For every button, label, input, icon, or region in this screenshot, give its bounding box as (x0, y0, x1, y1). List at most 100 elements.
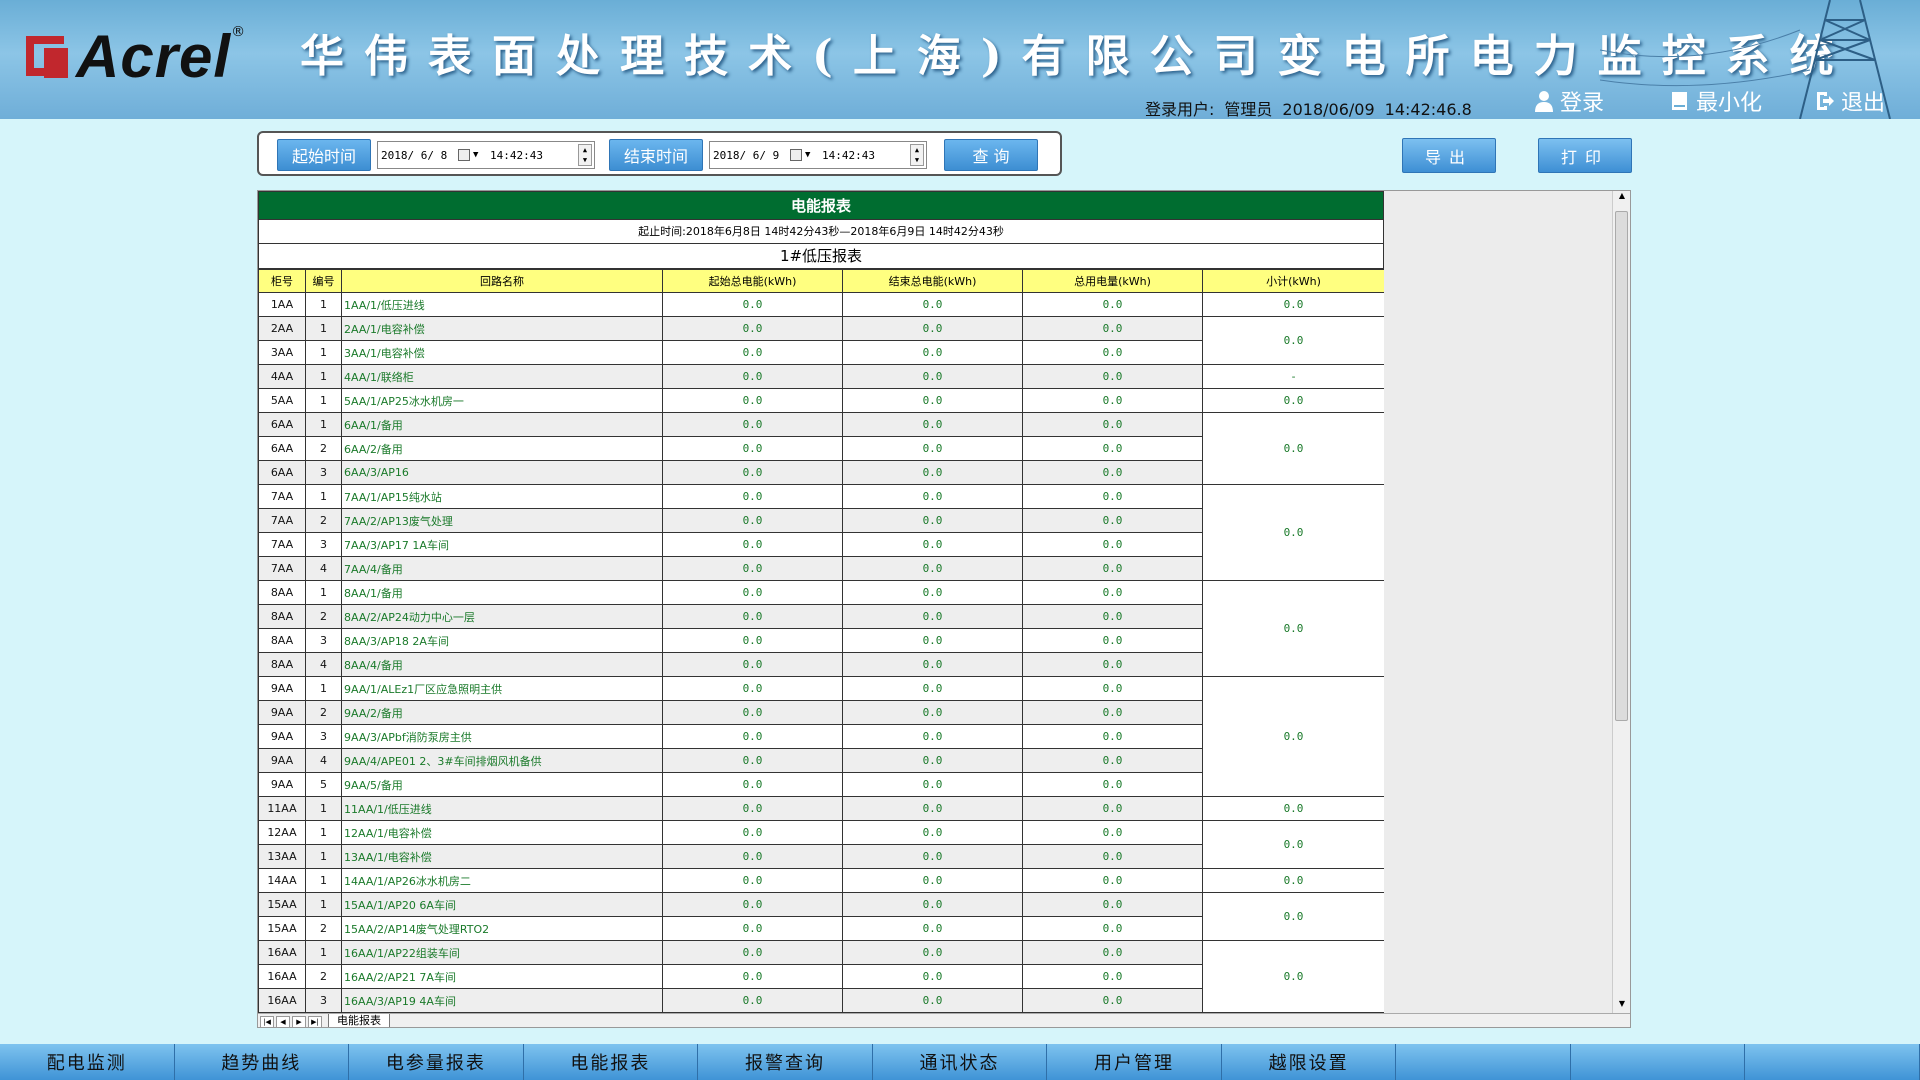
calendar-icon[interactable] (458, 149, 470, 161)
circuit-name-cell: 8AA/3/AP18 2A车间 (341, 628, 663, 653)
total-energy-cell: 0.0 (1022, 604, 1203, 629)
number-cell: 2 (305, 964, 342, 989)
chevron-down-icon[interactable]: ▼ (805, 150, 810, 160)
number-cell: 1 (305, 580, 342, 605)
cabinet-cell: 16AA (258, 940, 306, 965)
start-energy-cell: 0.0 (662, 940, 843, 965)
search-button[interactable]: 查 询 (944, 139, 1038, 171)
table-body: 1AA 1 1AA/1/低压进线 0.0 0.0 0.0 0.0 2AA 1 2AA/1/电容补偿… (258, 292, 1385, 1013)
total-energy-cell: 0.0 (1022, 580, 1203, 605)
start-energy-cell: 0.0 (662, 364, 843, 389)
start-time-field[interactable]: 14:42:43 (490, 149, 543, 162)
minimize-icon (1672, 92, 1687, 110)
export-button[interactable]: 导出 (1402, 138, 1496, 173)
nav-item[interactable] (1571, 1044, 1746, 1080)
calendar-icon[interactable] (790, 149, 802, 161)
last-sheet-icon[interactable]: ▶| (308, 1015, 322, 1027)
circuit-name-cell: 9AA/4/APE01 2、3#车间排烟风机备供 (341, 748, 663, 773)
exit-icon (1817, 92, 1834, 110)
nav-item[interactable]: 配电监测 (0, 1044, 175, 1080)
time-spinner[interactable]: ▲ ▼ (910, 144, 924, 166)
number-cell: 1 (305, 676, 342, 701)
nav-item[interactable] (1745, 1044, 1920, 1080)
scroll-down-icon[interactable]: ▼ (1613, 999, 1630, 1013)
cabinet-cell: 7AA (258, 556, 306, 581)
total-energy-cell: 0.0 (1022, 652, 1203, 677)
total-energy-cell: 0.0 (1022, 340, 1203, 365)
scroll-up-icon[interactable]: ▲ (1613, 191, 1630, 205)
number-cell: 3 (305, 460, 342, 485)
sheet-tab[interactable]: 电能报表 (328, 1014, 390, 1027)
circuit-name-cell: 7AA/1/AP15纯水站 (341, 484, 663, 509)
start-energy-cell: 0.0 (662, 580, 843, 605)
total-energy-cell: 0.0 (1022, 628, 1203, 653)
number-cell: 2 (305, 508, 342, 533)
report-title: 电能报表 (258, 191, 1384, 220)
print-button[interactable]: 打印 (1538, 138, 1632, 173)
subtotal-cell: 0.0 (1202, 412, 1385, 485)
nav-item[interactable]: 报警查询 (698, 1044, 873, 1080)
circuit-name-cell: 16AA/1/AP22组装车间 (341, 940, 663, 965)
report-time-range: 起止时间:2018年6月8日 14时42分43秒—2018年6月9日 14时42… (258, 220, 1384, 244)
end-energy-cell: 0.0 (842, 916, 1023, 941)
prev-sheet-icon[interactable]: ◀ (276, 1015, 290, 1027)
circuit-name-cell: 8AA/2/AP24动力中心一层 (341, 604, 663, 629)
end-energy-cell: 0.0 (842, 940, 1023, 965)
end-time-field[interactable]: 14:42:43 (822, 149, 875, 162)
total-energy-cell: 0.0 (1022, 700, 1203, 725)
time-spinner[interactable]: ▲ ▼ (578, 144, 592, 166)
circuit-name-cell: 9AA/5/备用 (341, 772, 663, 797)
total-energy-cell: 0.0 (1022, 484, 1203, 509)
next-sheet-icon[interactable]: ▶ (292, 1015, 306, 1027)
header-banner: Acrel ® 华伟表面处理技术(上海)有限公司变电所电力监控系统 登录用户: 管… (0, 0, 1920, 119)
circuit-name-cell: 9AA/1/ALEz1厂区应急照明主供 (341, 676, 663, 701)
start-time-label-button[interactable]: 起始时间 (277, 139, 371, 171)
nav-item[interactable] (1396, 1044, 1571, 1080)
chevron-down-icon[interactable]: ▼ (473, 150, 478, 160)
total-energy-cell: 0.0 (1022, 316, 1203, 341)
end-date-field[interactable]: 2018/ 6/ 9 (713, 149, 779, 162)
start-energy-cell: 0.0 (662, 316, 843, 341)
start-datetime-picker[interactable]: 2018/ 6/ 8 ▼ 14:42:43 ▲ ▼ (377, 141, 595, 169)
cabinet-cell: 7AA (258, 532, 306, 557)
total-energy-cell: 0.0 (1022, 460, 1203, 485)
end-energy-cell: 0.0 (842, 700, 1023, 725)
end-energy-cell: 0.0 (842, 460, 1023, 485)
number-cell: 3 (305, 628, 342, 653)
end-datetime-picker[interactable]: 2018/ 6/ 9 ▼ 14:42:43 ▲ ▼ (709, 141, 927, 169)
exit-button[interactable]: 退出 (1815, 86, 1885, 116)
end-energy-cell: 0.0 (842, 580, 1023, 605)
end-energy-cell: 0.0 (842, 316, 1023, 341)
total-energy-cell: 0.0 (1022, 508, 1203, 533)
end-energy-cell: 0.0 (842, 556, 1023, 581)
minimize-button[interactable]: 最小化 (1670, 86, 1762, 116)
nav-item[interactable]: 用户管理 (1047, 1044, 1222, 1080)
table-row: 2AA 1 2AA/1/电容补偿 0.0 0.0 0.0 0.0 (258, 316, 1385, 365)
start-date-field[interactable]: 2018/ 6/ 8 (381, 149, 447, 162)
nav-item[interactable]: 电能报表 (524, 1044, 699, 1080)
nav-item[interactable]: 通讯状态 (873, 1044, 1048, 1080)
number-cell: 3 (305, 532, 342, 557)
first-sheet-icon[interactable]: |◀ (260, 1015, 274, 1027)
circuit-name-cell: 6AA/2/备用 (341, 436, 663, 461)
end-time-label-button[interactable]: 结束时间 (609, 139, 703, 171)
cabinet-cell: 8AA (258, 628, 306, 653)
start-energy-cell: 0.0 (662, 796, 843, 821)
number-cell: 1 (305, 292, 342, 317)
column-header: 编号 (305, 269, 342, 293)
number-cell: 2 (305, 916, 342, 941)
query-panel: 起始时间 2018/ 6/ 8 ▼ 14:42:43 ▲ ▼ 结束时间 2018/… (257, 131, 1062, 176)
nav-item[interactable]: 越限设置 (1222, 1044, 1397, 1080)
nav-item[interactable]: 电参量报表 (349, 1044, 524, 1080)
login-button[interactable]: 登录 (1534, 86, 1604, 116)
total-energy-cell: 0.0 (1022, 868, 1203, 893)
nav-item[interactable]: 趋势曲线 (175, 1044, 350, 1080)
circuit-name-cell: 11AA/1/低压进线 (341, 796, 663, 821)
vertical-scrollbar[interactable]: ▲ ▼ (1612, 191, 1630, 1013)
cabinet-cell: 14AA (258, 868, 306, 893)
scrollbar-thumb[interactable] (1615, 211, 1628, 721)
table-row: 16AA 1 16AA/1/AP22组装车间 0.0 0.0 0.0 0.0 (258, 940, 1385, 1013)
start-energy-cell: 0.0 (662, 508, 843, 533)
total-energy-cell: 0.0 (1022, 988, 1203, 1013)
column-header: 柜号 (258, 269, 306, 293)
